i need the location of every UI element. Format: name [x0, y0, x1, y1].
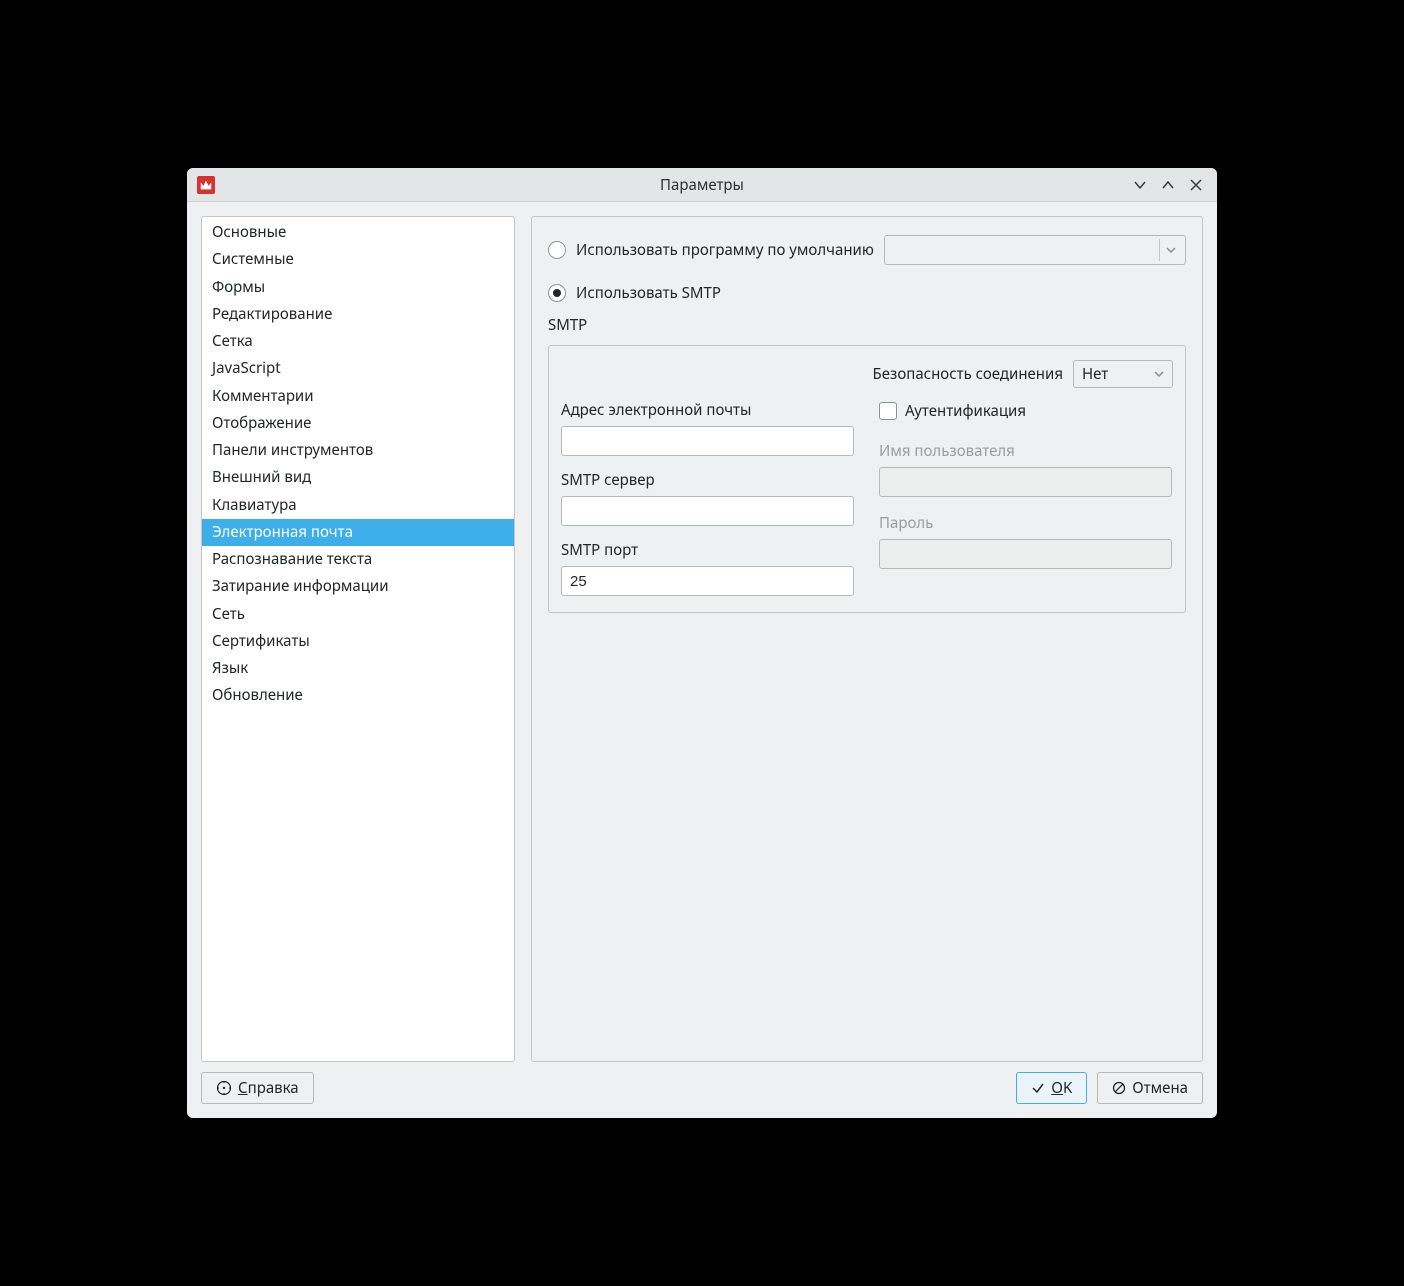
cancel-button[interactable]: Отмена: [1097, 1072, 1203, 1104]
help-icon: [216, 1080, 232, 1096]
sidebar-item[interactable]: Панели инструментов: [202, 437, 514, 464]
help-button-label: Справка: [238, 1078, 299, 1098]
username-input: [879, 467, 1172, 497]
sidebar-item[interactable]: Электронная почта: [202, 519, 514, 546]
use-default-program-label: Использовать программу по умолчанию: [576, 240, 874, 260]
titlebar: Параметры: [187, 168, 1217, 202]
window-title: Параметры: [187, 175, 1217, 195]
dialog-footer: Справка OK Отмена: [201, 1072, 1203, 1104]
preferences-window: Параметры ОсновныеСистемныеФормыРедактир…: [187, 168, 1217, 1118]
close-icon: [1190, 179, 1202, 191]
maximize-button[interactable]: [1157, 174, 1179, 196]
close-button[interactable]: [1185, 174, 1207, 196]
chevron-down-icon: [1133, 178, 1147, 192]
cancel-button-label: Отмена: [1132, 1078, 1188, 1098]
sidebar-item[interactable]: Сеть: [202, 601, 514, 628]
sidebar-item[interactable]: Язык: [202, 655, 514, 682]
connection-security-label: Безопасность соединения: [873, 364, 1063, 384]
window-controls: [1129, 174, 1217, 196]
sidebar-item[interactable]: Распознавание текста: [202, 546, 514, 573]
sidebar-item[interactable]: Основные: [202, 219, 514, 246]
connection-security-select[interactable]: Нет: [1073, 360, 1173, 388]
sidebar-item[interactable]: Сетка: [202, 328, 514, 355]
sidebar-item[interactable]: Затирание информации: [202, 573, 514, 600]
content: ОсновныеСистемныеФормыРедактированиеСетк…: [187, 202, 1217, 1118]
use-default-program-radio[interactable]: [548, 241, 566, 259]
chevron-up-icon: [1161, 178, 1175, 192]
email-address-input[interactable]: [561, 426, 854, 456]
smtp-group: Безопасность соединения Нет Адрес электр…: [548, 345, 1186, 613]
auth-checkbox[interactable]: [879, 402, 897, 420]
use-smtp-label: Использовать SMTP: [576, 283, 721, 303]
use-default-program-row: Использовать программу по умолчанию: [548, 235, 1186, 265]
sidebar-item[interactable]: Формы: [202, 274, 514, 301]
sidebar-item[interactable]: Комментарии: [202, 383, 514, 410]
cancel-icon: [1112, 1081, 1126, 1095]
smtp-port-input[interactable]: [561, 566, 854, 596]
email-settings-panel: Использовать программу по умолчанию Испо…: [531, 216, 1203, 1062]
sidebar-item[interactable]: Системные: [202, 246, 514, 273]
sidebar-item[interactable]: JavaScript: [202, 355, 514, 382]
chevron-down-icon: [1154, 369, 1164, 379]
email-address-label: Адрес электронной почты: [561, 400, 854, 420]
password-input: [879, 539, 1172, 569]
sidebar-item[interactable]: Обновление: [202, 682, 514, 709]
username-label: Имя пользователя: [879, 441, 1172, 461]
smtp-right-column: Аутентификация Имя пользователя Пароль: [878, 400, 1173, 596]
help-button[interactable]: Справка: [201, 1072, 314, 1104]
sidebar-item[interactable]: Клавиатура: [202, 492, 514, 519]
smtp-group-label: SMTP: [548, 315, 1186, 335]
default-program-combo[interactable]: [884, 235, 1186, 265]
ok-button-label: OK: [1051, 1078, 1072, 1098]
use-smtp-row: Использовать SMTP: [548, 283, 1186, 303]
check-icon: [1031, 1081, 1045, 1095]
connection-security-value: Нет: [1082, 364, 1108, 384]
ok-button[interactable]: OK: [1016, 1072, 1087, 1104]
chevron-down-icon: [1165, 244, 1177, 256]
auth-checkbox-label: Аутентификация: [905, 401, 1026, 421]
sidebar-item[interactable]: Редактирование: [202, 301, 514, 328]
use-smtp-radio[interactable]: [548, 284, 566, 302]
smtp-server-label: SMTP сервер: [561, 470, 854, 490]
smtp-left-column: Адрес электронной почты SMTP сервер SMTP…: [561, 400, 854, 596]
smtp-server-input[interactable]: [561, 496, 854, 526]
sidebar-item[interactable]: Сертификаты: [202, 628, 514, 655]
category-sidebar[interactable]: ОсновныеСистемныеФормыРедактированиеСетк…: [201, 216, 515, 1062]
smtp-port-label: SMTP порт: [561, 540, 854, 560]
app-icon: [197, 176, 215, 194]
minimize-button[interactable]: [1129, 174, 1151, 196]
sidebar-item[interactable]: Отображение: [202, 410, 514, 437]
sidebar-item[interactable]: Внешний вид: [202, 464, 514, 491]
password-label: Пароль: [879, 513, 1172, 533]
